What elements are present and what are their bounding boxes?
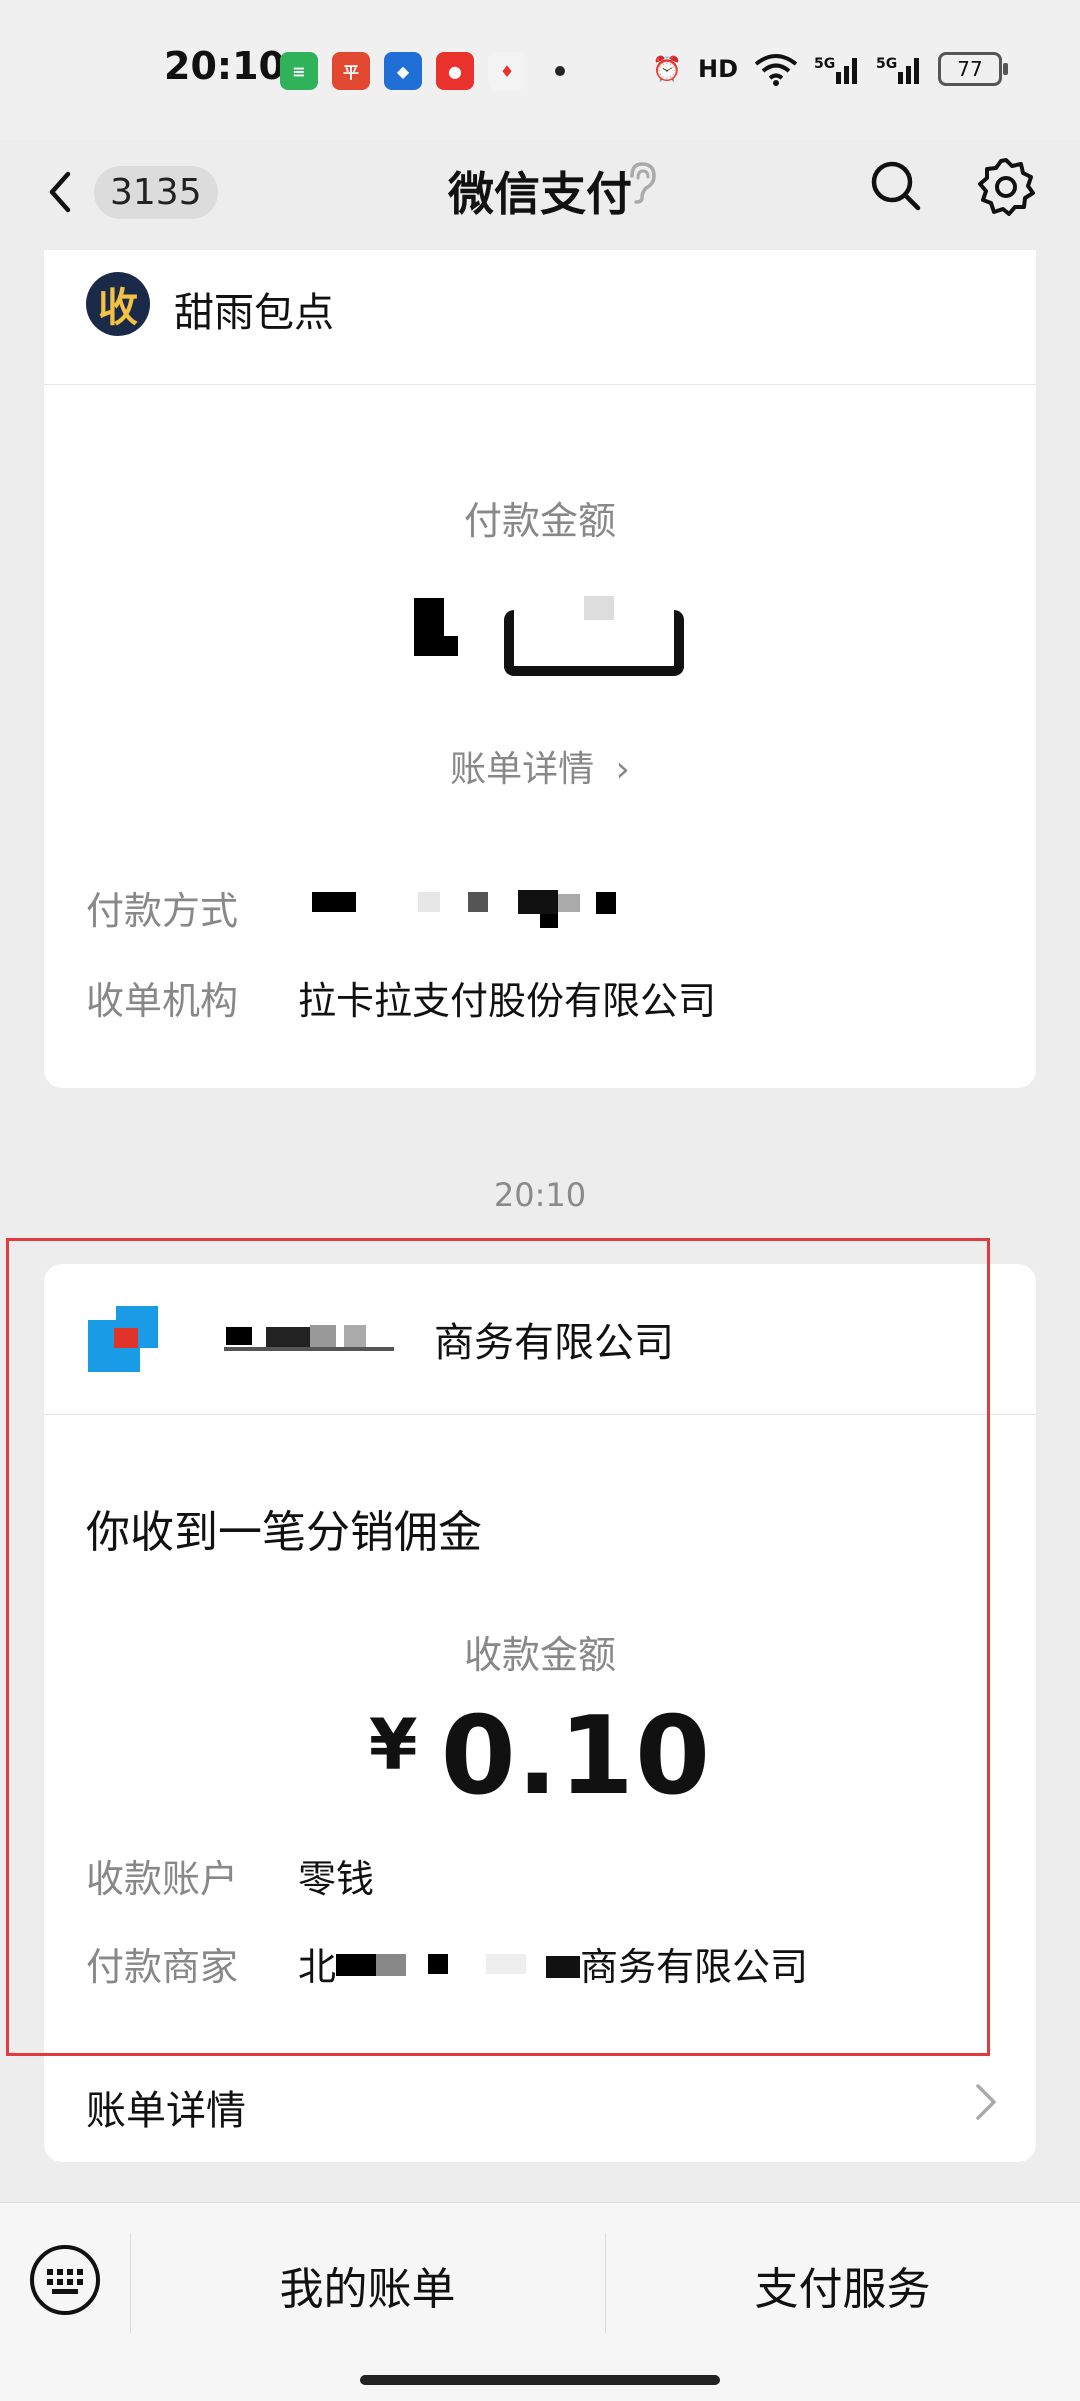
bill-detail-text: 账单详情 [450, 749, 595, 790]
cube-app-icon: ◆ [384, 52, 422, 90]
dog-app-icon: ● [436, 52, 474, 90]
acquirer-row: 收单机构 拉卡拉支付股份有限公司 [86, 970, 716, 1025]
amount-label: 付款金额 [463, 499, 616, 543]
system-icons: ⏰ HD 5G 5G 77 [652, 52, 1008, 86]
pay-services-menu[interactable]: 支付服务 [605, 2253, 1080, 2317]
acquirer-value: 拉卡拉支付股份有限公司 [298, 979, 717, 1023]
card-header: 收 甜雨包点 [44, 250, 1036, 385]
chat-app-icon: ≡ [280, 52, 318, 90]
message-timestamp: 20:10 [493, 1176, 587, 1214]
svg-text:5G: 5G [814, 56, 835, 72]
alarm-icon: ⏰ [652, 55, 682, 83]
bill-detail-link[interactable]: 账单详情 › [44, 740, 1036, 792]
signal-5g-icon-2: 5G [876, 56, 919, 84]
payment-method-obscured [298, 880, 718, 928]
bill-detail-text: 账单详情 [86, 2088, 246, 2134]
more-notifications-dot [555, 66, 565, 76]
bank-app-icon: 平 [332, 52, 370, 90]
wifi-icon [754, 54, 798, 86]
highlight-box [6, 1238, 990, 2056]
hd-icon: HD [697, 55, 738, 83]
payment-method-label: 付款方式 [86, 889, 239, 933]
amount-obscured [404, 590, 704, 680]
bottom-menu-bar: 我的账单 支付服务 [0, 2202, 1080, 2401]
my-bills-menu[interactable]: 我的账单 [130, 2253, 605, 2317]
chevron-right-icon: › [615, 749, 630, 790]
notification-icons: ≡ 平 ◆ ● ♦ [280, 52, 526, 90]
status-bar: 20:10 ≡ 平 ◆ ● ♦ ⏰ HD 5G 5G 77 [0, 0, 1080, 140]
bill-detail-row[interactable]: 账单详情 [44, 2054, 1036, 2162]
payment-method-row: 付款方式 [86, 880, 718, 935]
gear-icon[interactable] [975, 156, 1037, 218]
payment-card[interactable]: 收 甜雨包点 付款金额 账单详情 › 付款方式 收单机构 拉卡拉支付股份有限公司 [44, 250, 1036, 1088]
search-icon[interactable] [868, 158, 924, 214]
ear-icon [630, 162, 656, 204]
map-pin-app-icon: ♦ [488, 52, 526, 90]
acquirer-label: 收单机构 [86, 979, 239, 1023]
merchant-logo: 收 [86, 272, 150, 336]
signal-5g-icon: 5G [814, 56, 857, 84]
svg-text:5G: 5G [876, 56, 897, 72]
keyboard-icon[interactable] [28, 2243, 102, 2317]
home-indicator[interactable] [360, 2375, 720, 2385]
battery-icon: 77 [938, 52, 1008, 86]
merchant-name: 甜雨包点 [174, 290, 334, 336]
status-time: 20:10 [164, 44, 285, 88]
chevron-right-icon [976, 2084, 996, 2120]
